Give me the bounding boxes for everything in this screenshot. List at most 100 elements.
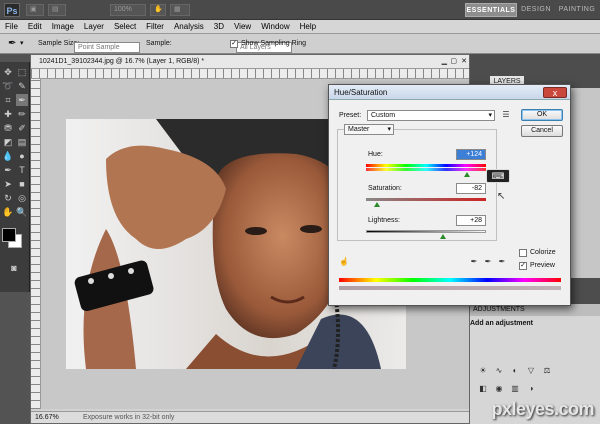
marquee-tool-icon[interactable]: ⬚: [16, 66, 28, 78]
bw-adjustment-icon[interactable]: ◧: [478, 384, 488, 394]
menu-analysis[interactable]: Analysis: [169, 20, 209, 34]
sample-size-dropdown[interactable]: Point Sample: [74, 42, 140, 53]
levels-adjustment-icon[interactable]: ☀: [478, 366, 488, 376]
colorize-checkbox[interactable]: [519, 249, 527, 257]
hue-input[interactable]: +124: [456, 149, 486, 160]
mouse-cursor-icon: ↖: [497, 191, 506, 202]
menu-image[interactable]: Image: [47, 20, 79, 34]
quick-mask-icon[interactable]: ◙: [8, 262, 20, 274]
workspace-essentials[interactable]: ESSENTIALS: [465, 3, 517, 17]
saturation-input[interactable]: -82: [456, 183, 486, 194]
crop-tool-icon[interactable]: ⌗: [2, 94, 14, 106]
pen-tool-icon[interactable]: ✒: [2, 164, 14, 176]
colorize-label: Colorize: [530, 249, 556, 256]
quick-select-tool-icon[interactable]: ✎: [16, 80, 28, 92]
workspace-design[interactable]: DESIGN: [520, 3, 552, 17]
exposure-adjustment-icon[interactable]: ◐: [510, 366, 520, 376]
vibrance-adjustment-icon[interactable]: ▽: [526, 366, 536, 376]
chevron-down-icon: ▾: [488, 112, 492, 119]
show-sampling-ring-checkbox[interactable]: ✓: [230, 40, 238, 48]
zoom-tool-icon[interactable]: 🔍: [16, 206, 28, 218]
tool-preset-arrow[interactable]: ▾: [20, 34, 24, 54]
eyedropper-minus-icon[interactable]: ✒: [497, 257, 507, 267]
dialog-close-button[interactable]: x: [543, 87, 567, 98]
3d-rotate-tool-icon[interactable]: ↻: [2, 192, 14, 204]
saturation-slider-track[interactable]: [366, 198, 486, 201]
curves-adjustment-icon[interactable]: ∿: [494, 366, 504, 376]
eyedropper-icon[interactable]: ✒: [469, 257, 479, 267]
maximize-icon[interactable]: ▢: [450, 55, 457, 69]
close-document-icon[interactable]: ✕: [461, 55, 467, 69]
preset-label: Preset:: [339, 112, 362, 119]
hue-saturation-dialog: Hue/Saturation x Preset: Custom ▾ ☰ OK C…: [328, 84, 571, 306]
minimize-icon[interactable]: ▁: [442, 55, 447, 69]
tools-panel: ✥ ⬚ ➰ ✎ ⌗ ✒ ✚ ✏ ⛃ ✐ ◩ ▤ 💧 ● ✒ T ➤ ■ ↻ ◎ …: [0, 62, 30, 292]
hue-slider-track[interactable]: [366, 164, 486, 167]
blur-tool-icon[interactable]: 💧: [2, 150, 14, 162]
preset-dropdown[interactable]: Custom ▾: [367, 110, 495, 121]
preset-options-icon[interactable]: ☰: [501, 110, 511, 120]
adjustments-subtitle: Add an adjustment: [470, 320, 534, 327]
history-brush-tool-icon[interactable]: ✐: [16, 122, 28, 134]
options-bar: ✒ ▾ Sample Size: Point Sample Sample: Al…: [0, 34, 600, 54]
menu-3d[interactable]: 3D: [209, 20, 229, 34]
move-tool-icon[interactable]: ✥: [2, 66, 14, 78]
hand-tool-icon[interactable]: ✋: [2, 206, 14, 218]
eyedropper-plus-icon[interactable]: ✒: [483, 257, 493, 267]
targeted-adjustment-tool-icon[interactable]: ☝: [339, 257, 349, 267]
workspace-painting[interactable]: PAINTING: [556, 3, 598, 17]
gradient-tool-icon[interactable]: ▤: [16, 136, 28, 148]
hand-tool-button[interactable]: ✋: [150, 4, 166, 16]
lightness-input[interactable]: +28: [456, 215, 486, 226]
menu-bar: File Edit Image Layer Select Filter Analysis 3D…: [0, 20, 600, 34]
menu-filter[interactable]: Filter: [141, 20, 169, 34]
menu-window[interactable]: Window: [256, 20, 294, 34]
menu-help[interactable]: Help: [295, 20, 321, 34]
menu-file[interactable]: File: [0, 20, 23, 34]
ok-button[interactable]: OK: [521, 109, 563, 121]
show-sampling-ring-label: Show Sampling Ring: [241, 40, 306, 47]
lasso-tool-icon[interactable]: ➰: [2, 80, 14, 92]
channel-mixer-adjustment-icon[interactable]: ▥: [510, 384, 520, 394]
healing-brush-tool-icon[interactable]: ✚: [2, 108, 14, 120]
bridge-button[interactable]: ▣: [26, 4, 44, 16]
invert-adjustment-icon[interactable]: ◑: [526, 384, 536, 394]
menu-select[interactable]: Select: [109, 20, 141, 34]
path-select-tool-icon[interactable]: ➤: [2, 178, 14, 190]
eraser-tool-icon[interactable]: ◩: [2, 136, 14, 148]
sample-label: Sample:: [146, 40, 172, 47]
shape-tool-icon[interactable]: ■: [16, 178, 28, 190]
dialog-title-bar[interactable]: Hue/Saturation: [329, 85, 570, 100]
lightness-slider-track[interactable]: [366, 230, 486, 233]
input-color-bar: [339, 278, 561, 282]
status-text: Exposure works in 32-bit only: [83, 414, 175, 421]
cancel-button[interactable]: Cancel: [521, 125, 563, 137]
saturation-slider-knob[interactable]: [373, 202, 380, 207]
document-tab[interactable]: 10241D1_39102344.jpg @ 16.7% (Layer 1, R…: [31, 55, 469, 69]
vertical-ruler: [31, 79, 41, 409]
menu-layer[interactable]: Layer: [79, 20, 109, 34]
clone-stamp-tool-icon[interactable]: ⛃: [2, 122, 14, 134]
hue-slider-knob[interactable]: [463, 172, 470, 177]
menu-view[interactable]: View: [229, 20, 256, 34]
balance-adjustment-icon[interactable]: ⚖: [542, 366, 552, 376]
dodge-tool-icon[interactable]: ●: [16, 150, 28, 162]
sample-size-value: Point Sample: [78, 44, 120, 51]
dialog-title: Hue/Saturation: [334, 88, 388, 97]
3d-orbit-tool-icon[interactable]: ◎: [16, 192, 28, 204]
preview-checkbox[interactable]: ✓: [519, 262, 527, 270]
channel-value: Master: [348, 126, 370, 133]
foreground-color-swatch[interactable]: [2, 228, 16, 242]
zoom-percentage[interactable]: 16.67%: [35, 412, 59, 424]
menu-edit[interactable]: Edit: [23, 20, 47, 34]
eyedropper-tool-icon[interactable]: ✒: [16, 94, 28, 106]
type-tool-icon[interactable]: T: [16, 164, 28, 176]
channel-dropdown[interactable]: Master ▾: [344, 124, 394, 135]
arrange-documents-button[interactable]: ▦: [170, 4, 190, 16]
brush-tool-icon[interactable]: ✏: [16, 108, 28, 120]
photo-filter-adjustment-icon[interactable]: ◉: [494, 384, 504, 394]
zoom-level-dropdown[interactable]: 100%: [110, 4, 146, 16]
eyedropper-icon: ✒: [8, 38, 17, 49]
lightness-slider-knob[interactable]: [439, 234, 446, 239]
mini-bridge-button[interactable]: ▤: [48, 4, 66, 16]
